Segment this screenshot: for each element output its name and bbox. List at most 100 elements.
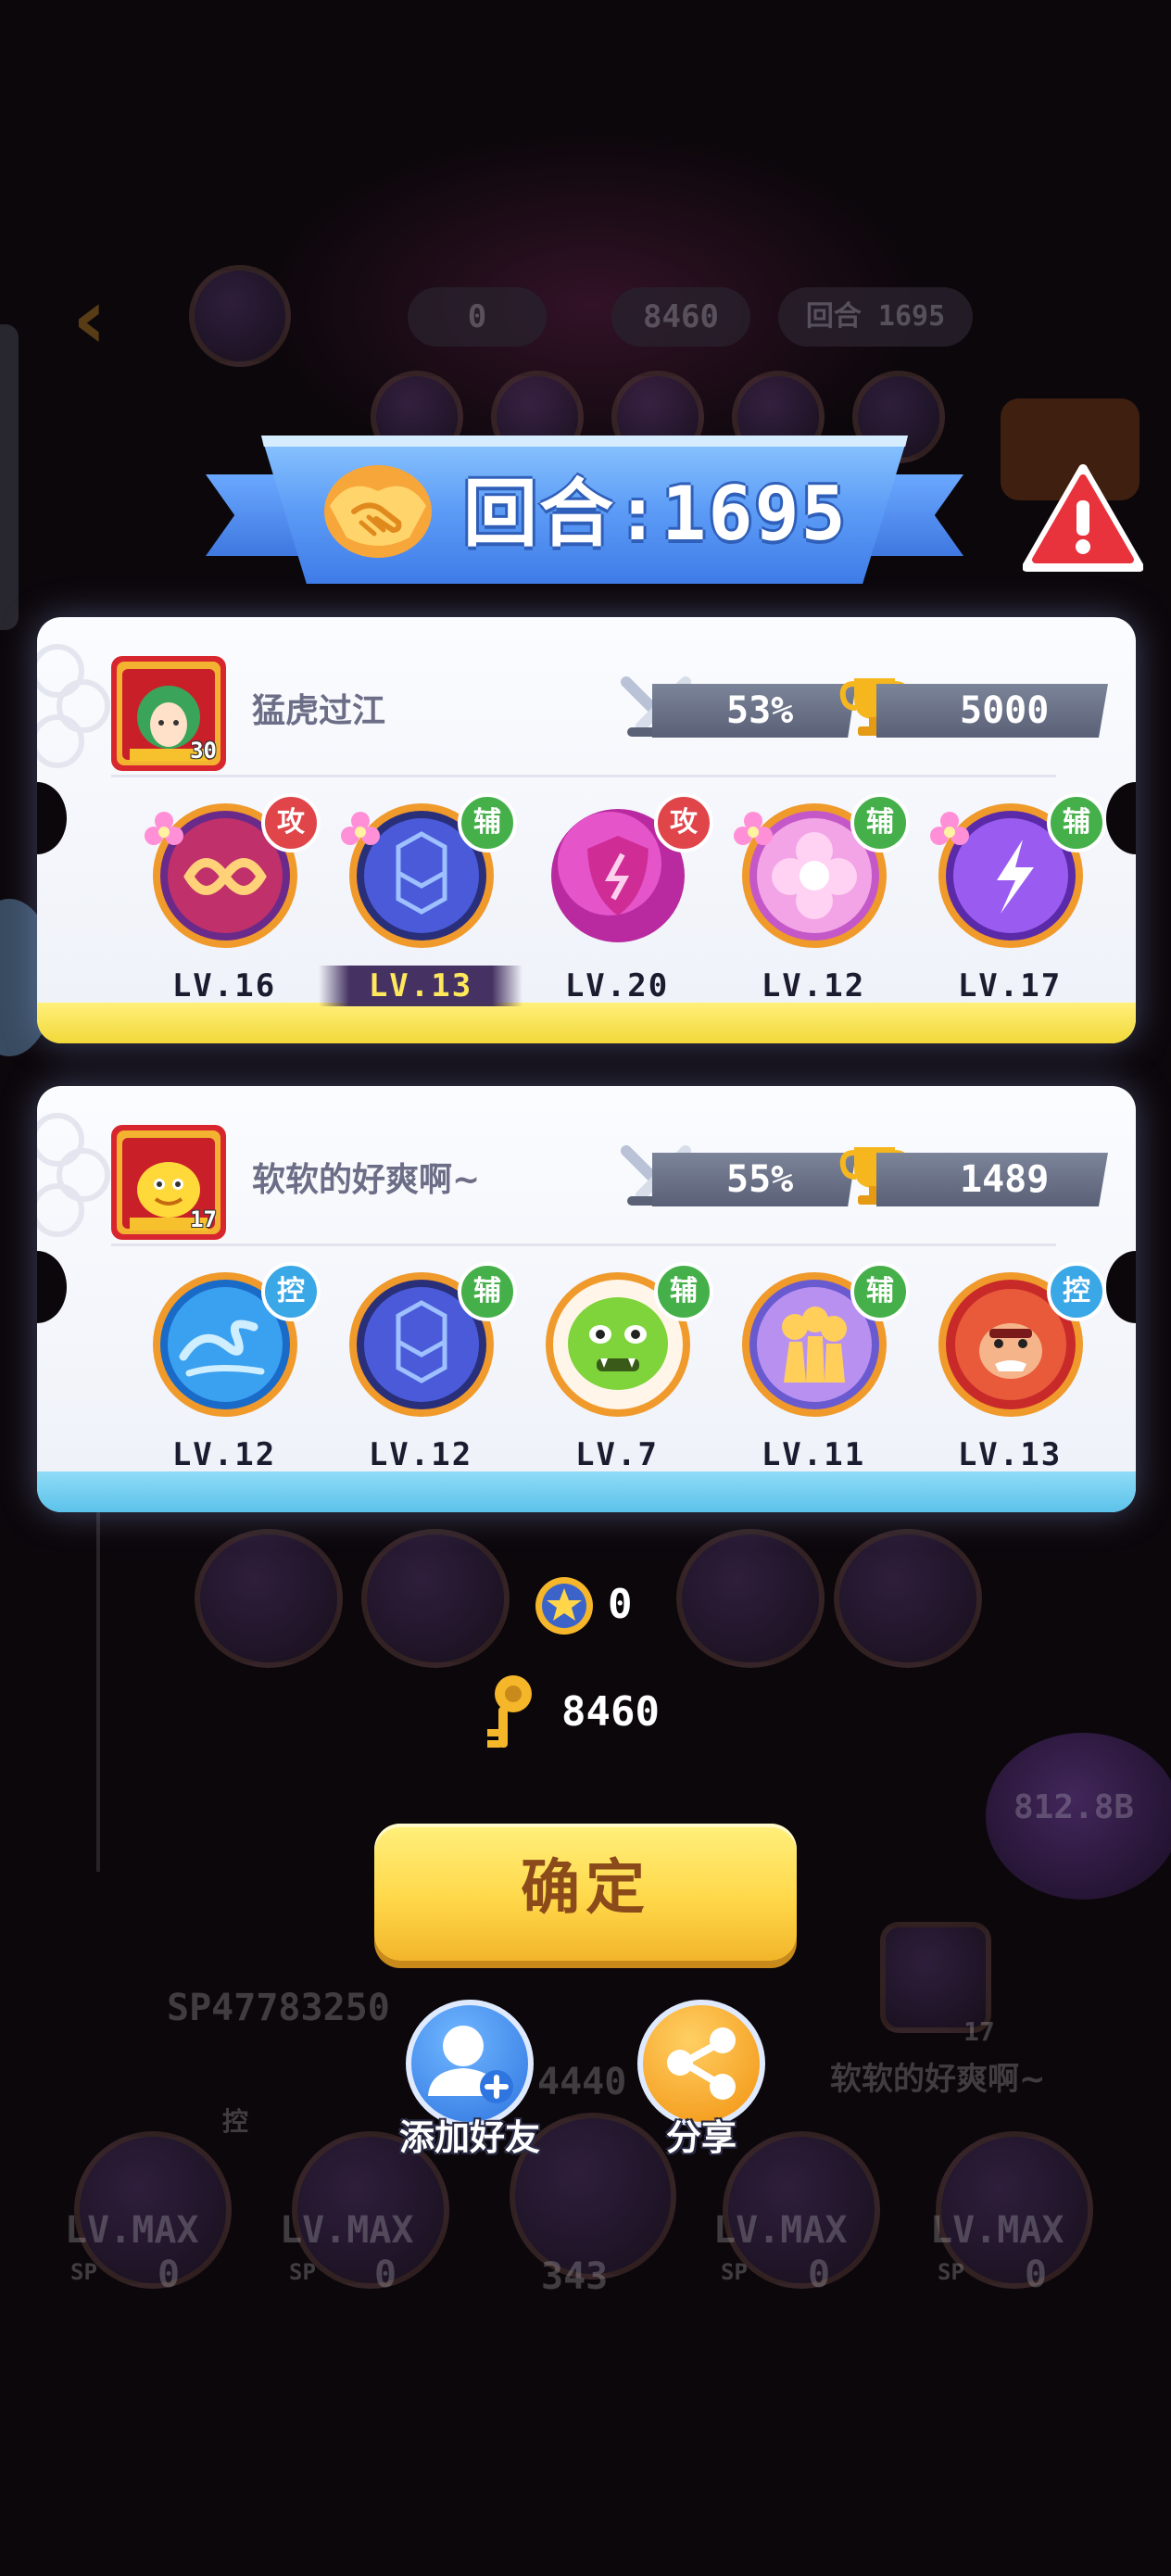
control-badge: 控 — [261, 1262, 321, 1321]
handshake-icon — [324, 465, 432, 558]
reward-key-value: 8460 — [561, 1688, 660, 1736]
background-back-arrow-icon: ‹ — [72, 271, 107, 368]
background-round-pill: 回合 1695 — [778, 287, 973, 347]
flower-icon — [145, 812, 183, 845]
background-center-number: 4440 — [537, 2061, 627, 2103]
background-opponent-name: 软软的好爽啊~ — [830, 2061, 1046, 2098]
pet-slot[interactable]: 辅 LV.13 — [319, 793, 523, 1006]
pet-slot[interactable]: 攻 LV.20 — [534, 793, 713, 1006]
card-notch — [1106, 782, 1136, 854]
share-button[interactable]: 分享 — [632, 2000, 771, 2158]
card-divider — [111, 1244, 1056, 1246]
pet-level: LV.12 — [761, 967, 866, 1004]
pet-level: LV.11 — [761, 1436, 866, 1473]
share-icon — [667, 2027, 736, 2100]
background-avatar-icon — [189, 265, 291, 367]
pet-level: LV.13 — [957, 1436, 1063, 1473]
attack-badge: 攻 — [261, 793, 321, 852]
background-slot-level: LV.MAX — [713, 2209, 848, 2252]
pet-slot[interactable]: 攻 LV.16 — [141, 793, 321, 1006]
assist-badge: 辅 — [850, 1262, 910, 1321]
card-accent-bar — [37, 1471, 1136, 1512]
background-boss-value: 812.8B — [1014, 1788, 1135, 1826]
background-pet-orb — [361, 1529, 510, 1668]
background-sp-label: SP — [289, 2259, 316, 2285]
add-friend-label: 添加好友 — [398, 2117, 540, 2158]
trophy-score: 5000 — [876, 684, 1108, 738]
win-rate: 53% — [652, 684, 856, 738]
confirm-button[interactable]: 确定 — [374, 1824, 797, 1961]
background-sp-label: SP — [721, 2259, 748, 2285]
avatar-level: 30 — [190, 738, 217, 764]
pet-slot[interactable]: 控 LV.13 — [926, 1262, 1106, 1475]
avatar-level: 17 — [190, 1206, 217, 1232]
reward-coin-value: 0 — [608, 1581, 633, 1628]
background-slot-level: LV.MAX — [280, 2209, 414, 2252]
banner-ribbon-highlight — [261, 436, 908, 447]
background-slot-sp: 0 — [374, 2254, 397, 2296]
avatar[interactable]: 30 — [111, 656, 226, 771]
pet-slot[interactable]: 辅 LV.12 — [730, 793, 910, 1006]
background-sp-label: SP — [70, 2259, 97, 2285]
card-notch — [1106, 1251, 1136, 1323]
trophy-score: 1489 — [876, 1153, 1108, 1206]
background-slot-level: LV.MAX — [930, 2209, 1064, 2252]
warning-icon[interactable] — [1023, 463, 1143, 575]
add-friend-button[interactable]: 添加好友 — [399, 2000, 540, 2158]
player-card-1: 30 猛虎过江 53% 5000 攻 LV.16 辅 LV.13 攻 LV.20… — [37, 617, 1136, 1043]
player-name: 软软的好爽啊~ — [252, 1161, 481, 1199]
assist-badge: 辅 — [458, 1262, 517, 1321]
assist-badge: 辅 — [654, 1262, 713, 1321]
pet-level: LV.7 — [575, 1436, 659, 1473]
background-pet-orb — [834, 1529, 982, 1668]
assist-badge: 辅 — [1047, 793, 1106, 852]
background-sp-label: SP — [938, 2259, 964, 2285]
pet-level: LV.17 — [957, 967, 1063, 1004]
flower-icon — [734, 812, 773, 845]
pet-slot[interactable]: 辅 LV.7 — [534, 1262, 713, 1475]
flower-icon — [341, 812, 380, 845]
background-coin-pill: 0 — [408, 287, 547, 347]
avatar[interactable]: 17 — [111, 1125, 226, 1240]
pet-slot[interactable]: 辅 LV.17 — [926, 793, 1106, 1006]
background-round-value: 1695 — [877, 300, 946, 333]
background-side-tab — [0, 324, 19, 630]
background-control-badge: 控 — [222, 2106, 249, 2137]
background-center-power: 343 — [541, 2255, 609, 2298]
background-player-id: SP47783250 — [167, 1987, 390, 2029]
background-slot-level: LV.MAX — [65, 2209, 199, 2252]
control-badge: 控 — [1047, 1262, 1106, 1321]
background-slot-sp: 0 — [1025, 2254, 1048, 2296]
star-coin-icon — [535, 1577, 593, 1635]
share-label: 分享 — [665, 2117, 737, 2158]
pet-level: LV.20 — [564, 967, 670, 1004]
win-rate: 55% — [652, 1153, 856, 1206]
flower-icon — [930, 812, 969, 845]
player-card-2: 17 软软的好爽啊~ 55% 1489 控 LV.12 辅 LV.12 辅 LV… — [37, 1086, 1136, 1512]
background-coin-value: 0 — [467, 298, 487, 335]
pet-slot[interactable]: 辅 LV.11 — [730, 1262, 910, 1475]
background-slot-sp: 0 — [157, 2254, 181, 2296]
assist-badge: 辅 — [850, 793, 910, 852]
background-key-pill: 8460 — [611, 287, 750, 347]
add-user-icon — [428, 2026, 513, 2103]
card-accent-bar — [37, 1003, 1136, 1043]
card-divider — [111, 775, 1056, 777]
attack-badge: 攻 — [654, 793, 713, 852]
pet-slot[interactable]: 辅 LV.12 — [337, 1262, 517, 1475]
background-slot-sp: 0 — [808, 2254, 831, 2296]
background-rope — [96, 1501, 100, 1872]
round-banner: 回合:1695 — [206, 436, 963, 593]
pet-level-highlighted: LV.13 — [319, 966, 523, 1006]
pet-slot[interactable]: 控 LV.12 — [141, 1262, 321, 1475]
player-name: 猛虎过江 — [252, 692, 386, 730]
pet-level: LV.12 — [368, 1436, 473, 1473]
pet-level: LV.16 — [171, 967, 277, 1004]
key-icon — [487, 1675, 532, 1748]
assist-badge: 辅 — [458, 793, 517, 852]
round-title: 回合:1695 — [463, 471, 848, 557]
pet-level: LV.12 — [171, 1436, 277, 1473]
background-round-label: 回合 — [805, 300, 862, 333]
background-key-value: 8460 — [643, 298, 719, 335]
background-pet-orb — [676, 1529, 825, 1668]
